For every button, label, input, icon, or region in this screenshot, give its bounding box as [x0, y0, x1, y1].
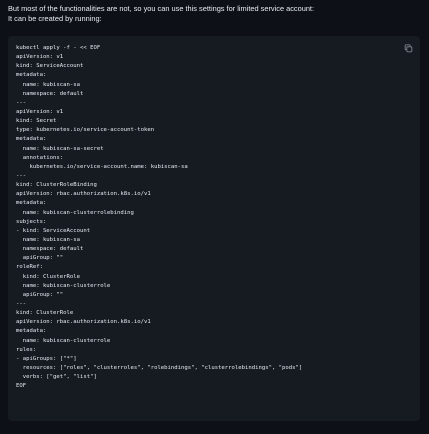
code-line: apiVersion: rbac.authorization.k8s.io/v1	[16, 319, 151, 326]
code-line: annotations:	[16, 154, 64, 161]
code-line: metadata:	[16, 328, 47, 335]
code-line: resources: ["roles", "clusterroles", "ro…	[16, 364, 303, 371]
code-line: apiVersion: v1	[16, 54, 64, 61]
code-line: - kind: ServiceAccount	[16, 227, 91, 234]
code-line: rules:	[16, 346, 37, 353]
code-line: apiVersion: rbac.authorization.k8s.io/v1	[16, 191, 151, 198]
code-line: kind: ClusterRole	[16, 310, 74, 317]
code-content[interactable]: kubectl apply -f - << EOF apiVersion: v1 k…	[16, 44, 412, 391]
code-line: type: kubernetes.io/service-account-toke…	[16, 127, 155, 134]
code-line: roleRef:	[16, 264, 43, 271]
code-line: kind: ServiceAccount	[16, 63, 84, 70]
code-line: kind: Secret	[16, 118, 57, 125]
code-block: kubectl apply -f - << EOF apiVersion: v1 k…	[8, 36, 420, 421]
code-line: ---	[16, 99, 27, 106]
code-line: metadata:	[16, 200, 47, 207]
code-line: kind: ClusterRoleBinding	[16, 182, 97, 189]
code-line: verbs: ["get", "list"]	[16, 374, 97, 381]
code-line: ---	[16, 172, 27, 179]
intro-line-2: It can be created by running:	[8, 14, 102, 23]
code-line: name: kubiscan-clusterrolebinding	[16, 209, 134, 216]
code-line: apiGroup: ""	[16, 291, 64, 298]
code-line: - apiGroups: ["*"]	[16, 355, 77, 362]
code-line: name: kubiscan-clusterrole	[16, 282, 111, 289]
code-line: metadata:	[16, 136, 47, 143]
code-line: metadata:	[16, 72, 47, 79]
code-line: namespace: default	[16, 90, 84, 97]
code-line: namespace: default	[16, 246, 84, 253]
code-line: kind: ClusterRole	[16, 273, 80, 280]
code-line: kubernetes.io/service-account.name: kubi…	[16, 163, 188, 170]
code-line: name: kubiscan-clusterrole	[16, 337, 111, 344]
code-line: apiVersion: v1	[16, 108, 64, 115]
copy-button[interactable]	[402, 42, 414, 54]
code-line: apiGroup: ""	[16, 255, 64, 262]
code-line: ---	[16, 300, 27, 307]
code-line: kubectl apply -f - << EOF	[16, 45, 101, 51]
code-line: EOF	[16, 383, 27, 390]
code-line: name: kubiscan-sa-secret	[16, 145, 104, 152]
intro-text: But most of the functionalities are not,…	[8, 4, 420, 24]
copy-icon	[404, 43, 412, 52]
code-line: name: kubiscan-sa	[16, 236, 80, 243]
code-line: name: kubiscan-sa	[16, 81, 80, 88]
code-line: subjects:	[16, 218, 47, 225]
intro-line-1: But most of the functionalities are not,…	[8, 4, 315, 13]
